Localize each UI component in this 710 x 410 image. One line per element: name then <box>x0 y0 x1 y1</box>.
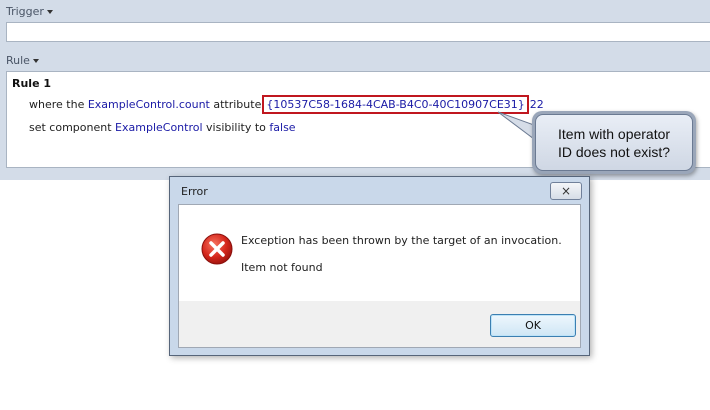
error-message: Exception has been thrown by the target … <box>241 234 562 247</box>
ok-button[interactable]: OK <box>490 314 576 337</box>
close-button[interactable]: × <box>550 182 582 200</box>
error-detail: Item not found <box>241 261 323 274</box>
dialog-body: Exception has been thrown by the target … <box>178 204 581 348</box>
callout-bubble: Item with operator ID does not exist? <box>532 111 696 174</box>
dialog-title: Error <box>181 185 208 198</box>
error-icon <box>201 233 233 265</box>
error-dialog: Error × Exception has been thrown by the… <box>169 176 590 356</box>
callout-line1: Item with operator <box>558 126 671 142</box>
dialog-message-area: Exception has been thrown by the target … <box>179 205 580 301</box>
callout-line2: ID does not exist? <box>558 144 671 160</box>
